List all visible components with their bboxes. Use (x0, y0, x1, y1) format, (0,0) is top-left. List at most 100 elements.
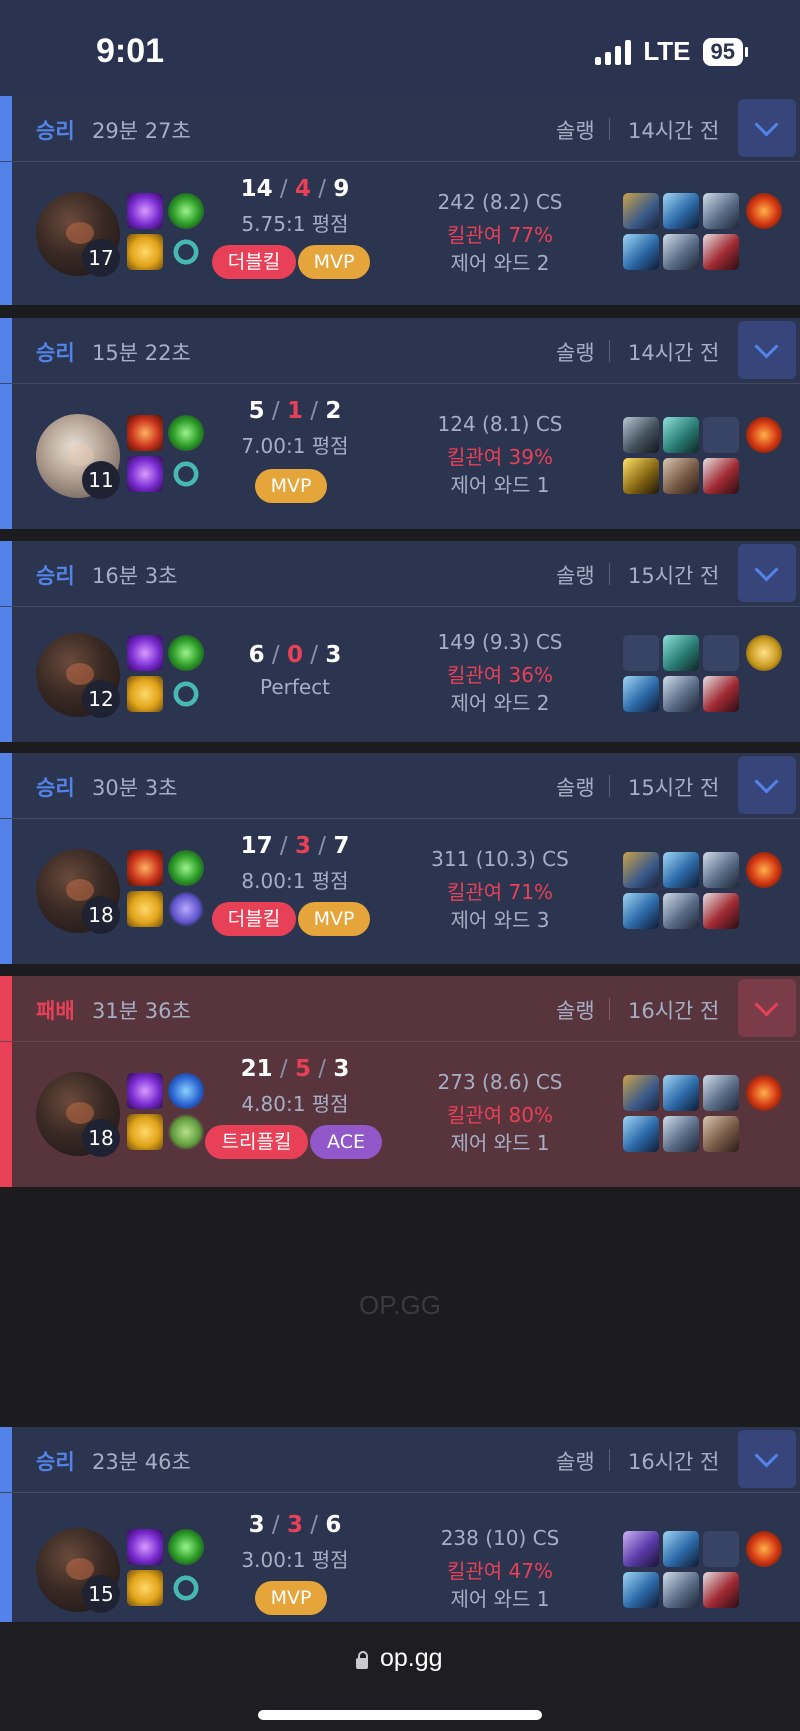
control-wards: 제어 와드 3 (450, 908, 550, 932)
item-icon[interactable] (663, 635, 699, 671)
browser-url-bar[interactable]: op.gg (0, 1622, 800, 1731)
keystone-rune-icon (168, 1529, 204, 1565)
keystone-rune-icon (168, 193, 204, 229)
item-icon[interactable] (623, 1116, 659, 1152)
item-icon[interactable] (703, 1116, 739, 1152)
kda-ratio: 3.00:1 평점 (241, 1548, 349, 1572)
trinket-icon[interactable] (746, 1531, 782, 1567)
item-icon[interactable] (663, 1116, 699, 1152)
queue-type: 솔랭 (556, 1450, 595, 1474)
battery-icon: 95 (702, 37, 748, 66)
item-icon[interactable] (623, 676, 659, 712)
time-ago: 14시간 전 (628, 119, 720, 143)
item-icon[interactable] (663, 1075, 699, 1111)
mvp-badge: MVP (255, 1581, 327, 1615)
assists: 3 (333, 1056, 350, 1082)
item-icon[interactable] (703, 193, 739, 229)
item-icon[interactable] (663, 234, 699, 270)
trinket-icon[interactable] (746, 193, 782, 229)
deaths: 3 (294, 833, 311, 859)
match-result: 승리 (36, 1450, 75, 1474)
match-result: 패배 (36, 999, 75, 1023)
url-text[interactable]: op.gg (380, 1644, 443, 1673)
empty-item-slot (703, 635, 739, 671)
item-icon[interactable] (663, 193, 699, 229)
item-icon[interactable] (703, 1572, 739, 1608)
item-icon[interactable] (703, 458, 739, 494)
kda: 6 / 0 / 3 (248, 642, 342, 668)
secondary-rune-icon (168, 676, 204, 712)
match-result: 승리 (36, 564, 75, 588)
item-icon[interactable] (623, 1572, 659, 1608)
multikill-badge: 더블킬 (212, 902, 296, 936)
item-icon[interactable] (623, 234, 659, 270)
time-ago: 15시간 전 (628, 564, 720, 588)
match-card[interactable]: 승리 16분 3초 솔랭 15시간 전 12 6 / 0 / 3 Perfect… (0, 541, 800, 742)
item-icon[interactable] (623, 458, 659, 494)
match-header: 승리 15분 22초 솔랭 14시간 전 (0, 318, 800, 384)
spell-icon (127, 1073, 163, 1109)
keystone-rune-icon (168, 1073, 204, 1109)
item-icon[interactable] (623, 1075, 659, 1111)
chevron-down-icon (754, 557, 779, 582)
kda-ratio: Perfect (259, 675, 331, 699)
match-result: 승리 (36, 776, 75, 800)
assists: 7 (333, 833, 350, 859)
deaths: 5 (294, 1056, 311, 1082)
expand-button[interactable] (738, 544, 796, 602)
item-icon[interactable] (703, 893, 739, 929)
match-card[interactable]: 패배 31분 36초 솔랭 16시간 전 18 21 / 5 / 3 4.80:… (0, 976, 800, 1187)
flash-spell-icon (127, 1114, 163, 1150)
item-icon[interactable] (703, 852, 739, 888)
item-icon[interactable] (703, 1075, 739, 1111)
item-icon[interactable] (623, 193, 659, 229)
chevron-down-icon (754, 112, 779, 137)
trinket-icon[interactable] (746, 1075, 782, 1111)
time-ago: 16시간 전 (628, 1450, 720, 1474)
time-ago: 15시간 전 (628, 776, 720, 800)
champion-level: 17 (82, 239, 120, 277)
expand-button[interactable] (738, 756, 796, 814)
match-card[interactable]: 승리 15분 22초 솔랭 14시간 전 11 5 / 1 / 2 7.00:1… (0, 318, 800, 529)
assists: 2 (325, 398, 342, 424)
item-icon[interactable] (663, 852, 699, 888)
queue-type: 솔랭 (556, 999, 595, 1023)
trinket-icon[interactable] (746, 417, 782, 453)
keystone-rune-icon (168, 635, 204, 671)
item-icon[interactable] (663, 458, 699, 494)
item-icon[interactable] (623, 1531, 659, 1567)
item-icon[interactable] (663, 1572, 699, 1608)
kda-ratio: 4.80:1 평점 (241, 1092, 349, 1116)
item-icon[interactable] (703, 234, 739, 270)
expand-button[interactable] (738, 321, 796, 379)
match-card[interactable]: 승리 29분 27초 솔랭 14시간 전 17 14 / 4 / 9 5.75:… (0, 96, 800, 305)
match-card[interactable]: 승리 23분 46초 솔랭 16시간 전 15 3 / 3 / 6 3.00:1… (0, 1427, 800, 1624)
item-icon[interactable] (663, 676, 699, 712)
expand-button[interactable] (738, 1430, 796, 1488)
chevron-down-icon (754, 1443, 779, 1468)
match-card[interactable]: 승리 30분 3초 솔랭 15시간 전 18 17 / 3 / 7 8.00:1… (0, 753, 800, 964)
assists: 6 (325, 1512, 342, 1538)
home-indicator[interactable] (258, 1710, 542, 1720)
item-icon[interactable] (623, 417, 659, 453)
empty-item-slot (623, 635, 659, 671)
item-icon[interactable] (623, 893, 659, 929)
champion-level: 18 (82, 896, 120, 934)
kill-participation: 킬관여 77% (446, 223, 553, 247)
trinket-icon[interactable] (746, 852, 782, 888)
secondary-rune-icon (168, 234, 204, 270)
item-icon[interactable] (623, 852, 659, 888)
item-icon[interactable] (663, 893, 699, 929)
item-icon[interactable] (663, 1531, 699, 1567)
expand-button[interactable] (738, 99, 796, 157)
expand-button[interactable] (738, 979, 796, 1037)
battery-level: 95 (702, 37, 743, 66)
ad-banner[interactable]: OP.GG (0, 1187, 800, 1427)
item-icon[interactable] (663, 417, 699, 453)
match-duration: 29분 27초 (92, 119, 191, 143)
item-icon[interactable] (703, 676, 739, 712)
trinket-icon[interactable] (746, 635, 782, 671)
kill-participation: 킬관여 36% (446, 663, 553, 687)
match-header: 승리 23분 46초 솔랭 16시간 전 (0, 1427, 800, 1493)
chevron-down-icon (754, 334, 779, 359)
